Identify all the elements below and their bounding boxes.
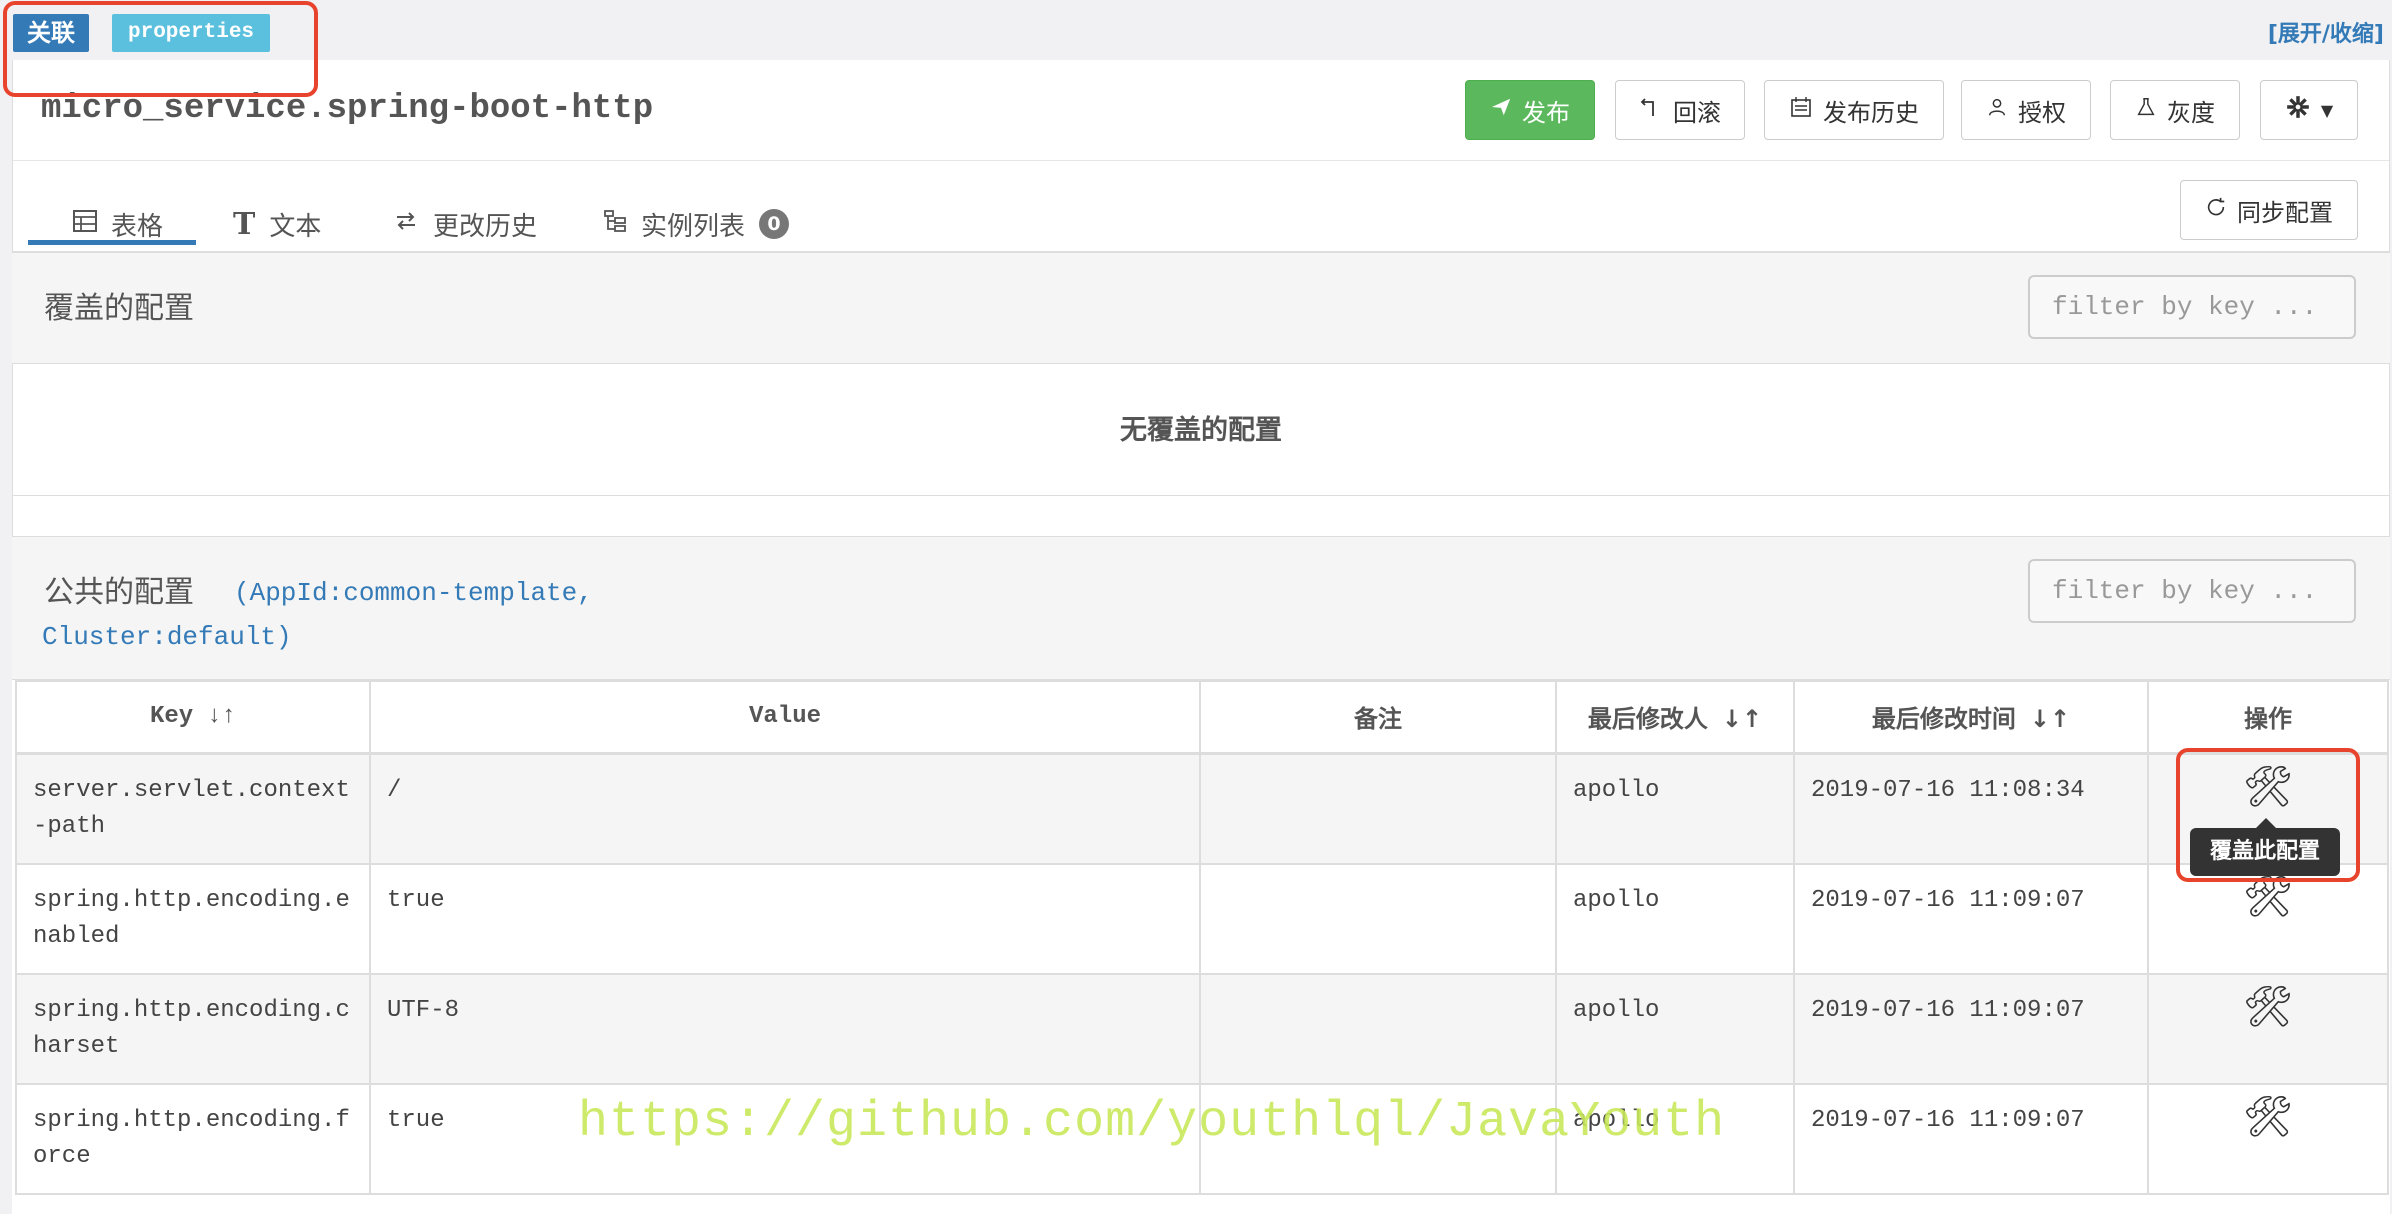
table-icon (73, 209, 97, 239)
public-config-title: 公共的配置 (44, 575, 194, 610)
gray-release-label: 灰度 (2167, 98, 2215, 127)
override-config-title: 覆盖的配置 (44, 291, 194, 326)
public-filter-input[interactable]: filter by key ... (2028, 559, 2356, 623)
sort-icon: ↓↑ (2029, 705, 2071, 734)
table-header-row: Key ↓↑ Value 备注 最后修改人 ↓↑ 最后修改时间 ↓↑ 操作 (15, 680, 2389, 755)
text-icon: T (233, 206, 256, 242)
public-appid-text: (AppId:common-template, (234, 578, 593, 608)
override-config-body: 无覆盖的配置 (12, 364, 2390, 496)
highlight-box (2176, 748, 2360, 882)
cell-modified-time: 2019-07-16 11:09:07 (1793, 972, 2149, 1085)
tab-label: 实例列表 (641, 211, 746, 242)
column-header-comment: 备注 (1199, 680, 1557, 755)
cell-value: true (369, 862, 1201, 975)
watermark-text: https://github.com/youthlql/JavaYouth (578, 1094, 1726, 1151)
cell-comment (1199, 752, 1557, 865)
override-config-button[interactable]: 🛠 (2147, 1082, 2389, 1195)
tree-icon (603, 209, 627, 240)
release-history-label: 发布历史 (1823, 98, 1919, 127)
cell-key: spring.http.encoding.force (15, 1082, 371, 1195)
rollback-button[interactable]: 回滚 (1615, 80, 1745, 140)
expand-collapse-link[interactable]: [展开/收缩] (2268, 16, 2384, 48)
calendar-icon (1789, 95, 1813, 125)
column-header-value: Value (369, 680, 1201, 755)
active-tab-indicator (28, 240, 196, 245)
cell-value: / (369, 752, 1201, 865)
cell-key: spring.http.encoding.charset (15, 972, 371, 1085)
cell-modifier: apollo (1555, 862, 1795, 975)
cell-modified-time: 2019-07-16 11:09:07 (1793, 1082, 2149, 1195)
public-cluster-text: Cluster:default) (42, 622, 292, 652)
column-header-modified-time[interactable]: 最后修改时间 ↓↑ (1793, 680, 2149, 755)
user-icon (1986, 96, 2008, 124)
swap-icon (393, 209, 419, 239)
tab-label: 表格 (111, 211, 164, 242)
cell-comment (1199, 862, 1557, 975)
cell-modified-time: 2019-07-16 11:09:07 (1793, 862, 2149, 975)
cell-modifier: apollo (1555, 972, 1795, 1085)
cell-value: UTF-8 (369, 972, 1201, 1085)
rollback-label: 回滚 (1673, 98, 1721, 127)
caret-down-icon: ▼ (2320, 100, 2334, 120)
sort-icon: ↓↑ (1721, 705, 1763, 734)
gray-release-button[interactable]: 灰度 (2110, 80, 2240, 140)
table-row: spring.http.encoding.enabled true apollo… (15, 862, 2389, 975)
publish-label: 发布 (1522, 98, 1570, 127)
override-config-header: 覆盖的配置 filter by key ... (12, 252, 2390, 364)
override-filter-input[interactable]: filter by key ... (2028, 275, 2356, 339)
send-icon (1490, 96, 1512, 124)
publish-button[interactable]: 发布 (1465, 80, 1595, 140)
settings-dropdown-button[interactable]: ▼ (2260, 80, 2358, 140)
cell-modified-time: 2019-07-16 11:08:34 (1793, 752, 2149, 865)
public-config-header: 公共的配置 (AppId:common-template, Cluster:de… (12, 536, 2390, 680)
highlight-box (3, 1, 318, 97)
sort-icon: ↓↑ (207, 703, 237, 731)
release-history-button[interactable]: 发布历史 (1764, 80, 1944, 140)
cell-comment (1199, 972, 1557, 1085)
flask-icon (2135, 96, 2157, 124)
tab-instance-list[interactable]: 实例列表 0 (603, 202, 790, 246)
grant-label: 授权 (2018, 98, 2066, 127)
refresh-icon (2205, 196, 2227, 224)
top-strip: 关联 properties [展开/收缩] (0, 0, 2392, 60)
cell-key: spring.http.encoding.enabled (15, 862, 371, 975)
sync-config-label: 同步配置 (2237, 198, 2333, 227)
tab-change-history[interactable]: 更改历史 (393, 202, 537, 246)
wrench-icon: 🛠 (2242, 983, 2294, 1030)
cell-key: server.servlet.context-path (15, 752, 371, 865)
gear-icon (2285, 94, 2311, 126)
tab-label: 文本 (269, 211, 322, 242)
column-header-operation: 操作 (2147, 680, 2389, 755)
wrench-icon: 🛠 (2242, 1093, 2294, 1140)
rollback-icon (1639, 95, 1663, 125)
sync-config-button[interactable]: 同步配置 (2180, 180, 2358, 240)
override-config-button[interactable]: 🛠 (2147, 972, 2389, 1085)
header-divider (13, 160, 2389, 161)
column-header-key[interactable]: Key ↓↑ (15, 680, 371, 755)
cell-modifier: apollo (1555, 752, 1795, 865)
column-header-modifier[interactable]: 最后修改人 ↓↑ (1555, 680, 1795, 755)
instance-count-badge: 0 (759, 209, 790, 239)
table-row: spring.http.encoding.charset UTF-8 apoll… (15, 972, 2389, 1085)
table-row: server.servlet.context-path / apollo 201… (15, 752, 2389, 865)
no-override-message: 无覆盖的配置 (1120, 415, 1282, 446)
tab-text[interactable]: T 文本 (233, 202, 321, 246)
grant-button[interactable]: 授权 (1961, 80, 2091, 140)
tab-label: 更改历史 (433, 211, 538, 242)
